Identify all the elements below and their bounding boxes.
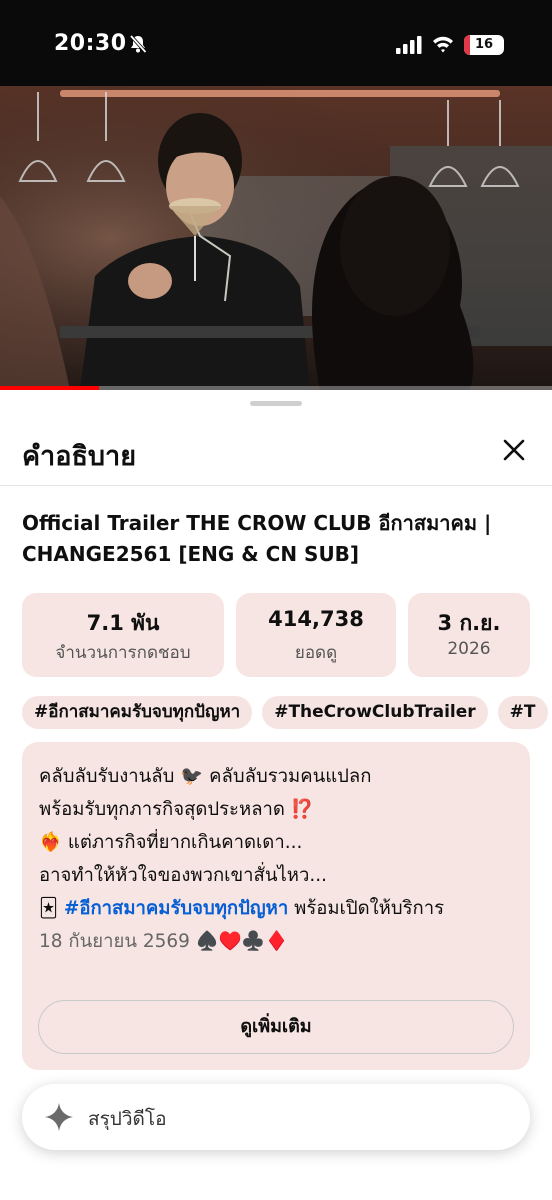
hashtag-chip[interactable]: #อีกาสมาคมรับจบทุกปัญหา [22, 696, 253, 729]
video-frame [0, 86, 552, 390]
battery-level: 16 [474, 37, 494, 52]
video-summary-label: สรุปวิดีโอ [88, 1108, 167, 1130]
bell-slash-icon [129, 34, 147, 54]
description-text: พร้อมเปิดให้บริการ [294, 898, 445, 919]
views-label: ยอดดู [294, 643, 338, 663]
divider [0, 485, 552, 486]
hashtag-row: #อีกาสมาคมรับจบทุกปัญหา #TheCrowClubTrail… [22, 696, 552, 730]
status-bar: 20:30 16 [0, 0, 552, 86]
views-stat: 414,738 ยอดดู [236, 593, 396, 677]
battery-indicator: 16 [464, 35, 504, 55]
description-line: 18 กันยายน 2569 ♠️♥️♣️♦️ [39, 927, 288, 956]
views-count: 414,738 [268, 607, 364, 631]
description-sheet: คำอธิบาย Official Trailer THE CROW CLUB … [0, 390, 552, 1200]
video-summary-button[interactable]: สรุปวิดีโอ [22, 1084, 530, 1150]
hashtag-chip[interactable]: #T [497, 696, 548, 729]
upload-date-stat: 3 ก.ย. 2026 [408, 593, 530, 677]
sparkle-icon [45, 1103, 73, 1131]
description-box: คลับลับรับงานลับ 🐦‍⬛ คลับลับรวมคนแปลก พร… [22, 742, 530, 1070]
status-time: 20:30 [54, 31, 127, 56]
card-suits-emoji: ♠️♥️♣️♦️ [195, 931, 288, 952]
description-line: คลับลับรับงานลับ 🐦‍⬛ คลับลับรวมคนแปลก [39, 766, 372, 787]
upload-year: 2026 [447, 639, 491, 659]
close-icon[interactable] [496, 432, 532, 468]
description-line: 🃏 #อีกาสมาคมรับจบทุกปัญหา พร้อมเปิดให้บร… [39, 894, 444, 923]
wifi-icon [433, 36, 453, 53]
show-more-button[interactable]: ดูเพิ่มเติม [38, 1000, 514, 1054]
upload-date: 3 ก.ย. [437, 611, 501, 635]
likes-label: จำนวนการกดชอบ [55, 643, 191, 663]
cellular-signal-icon [396, 36, 422, 54]
drag-handle[interactable] [250, 401, 302, 406]
description-date: 18 กันยายน 2569 [39, 931, 190, 952]
description-hashtag-link[interactable]: #อีกาสมาคมรับจบทุกปัญหา [64, 898, 288, 919]
joker-card-emoji: 🃏 [39, 898, 58, 919]
description-line: พร้อมรับทุกภารกิจสุดประหลาด ⁉️ [39, 799, 314, 820]
video-title: Official Trailer THE CROW CLUB อีกาสมาคม… [22, 511, 492, 566]
sheet-title: คำอธิบาย [22, 441, 137, 472]
description-line: อาจทำให้หัวใจของพวกเขาสั่นไหว... [39, 865, 328, 886]
hashtag-chip[interactable]: #TheCrowClubTrailer [262, 696, 488, 729]
video-player[interactable] [0, 86, 552, 390]
description-line: ❤️‍🔥 แต่ภารกิจที่ยากเกินคาดเดา... [39, 832, 303, 853]
likes-stat: 7.1 พัน จำนวนการกดชอบ [22, 593, 224, 677]
likes-count: 7.1 พัน [86, 611, 160, 635]
